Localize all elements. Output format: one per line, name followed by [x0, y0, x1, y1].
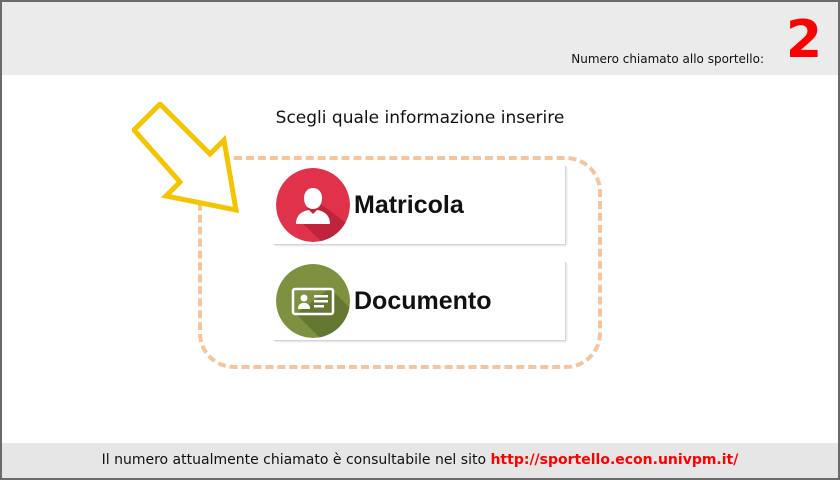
user-icon [276, 168, 350, 242]
documento-label: Documento [354, 287, 492, 315]
page-title: Scegli quale informazione inserire [275, 108, 565, 128]
matricola-label: Matricola [354, 191, 464, 219]
kiosk-window: Numero chiamato allo sportello: 2 Scegli… [0, 0, 840, 480]
footer-bar: Il numero attualmente chiamato è consult… [2, 443, 838, 478]
header-bar: Numero chiamato allo sportello: 2 [2, 2, 838, 75]
id-card-icon [276, 264, 350, 338]
pointer-arrow-icon [132, 102, 240, 214]
called-number: 2 [785, 10, 822, 70]
matricola-button[interactable]: Matricola [274, 166, 566, 245]
footer-text: Il numero attualmente chiamato è consult… [101, 452, 487, 468]
documento-button[interactable]: Documento [274, 262, 566, 341]
called-number-label: Numero chiamato allo sportello: [571, 52, 764, 66]
sportello-website-link[interactable]: http://sportello.econ.univpm.it/ [490, 452, 738, 468]
